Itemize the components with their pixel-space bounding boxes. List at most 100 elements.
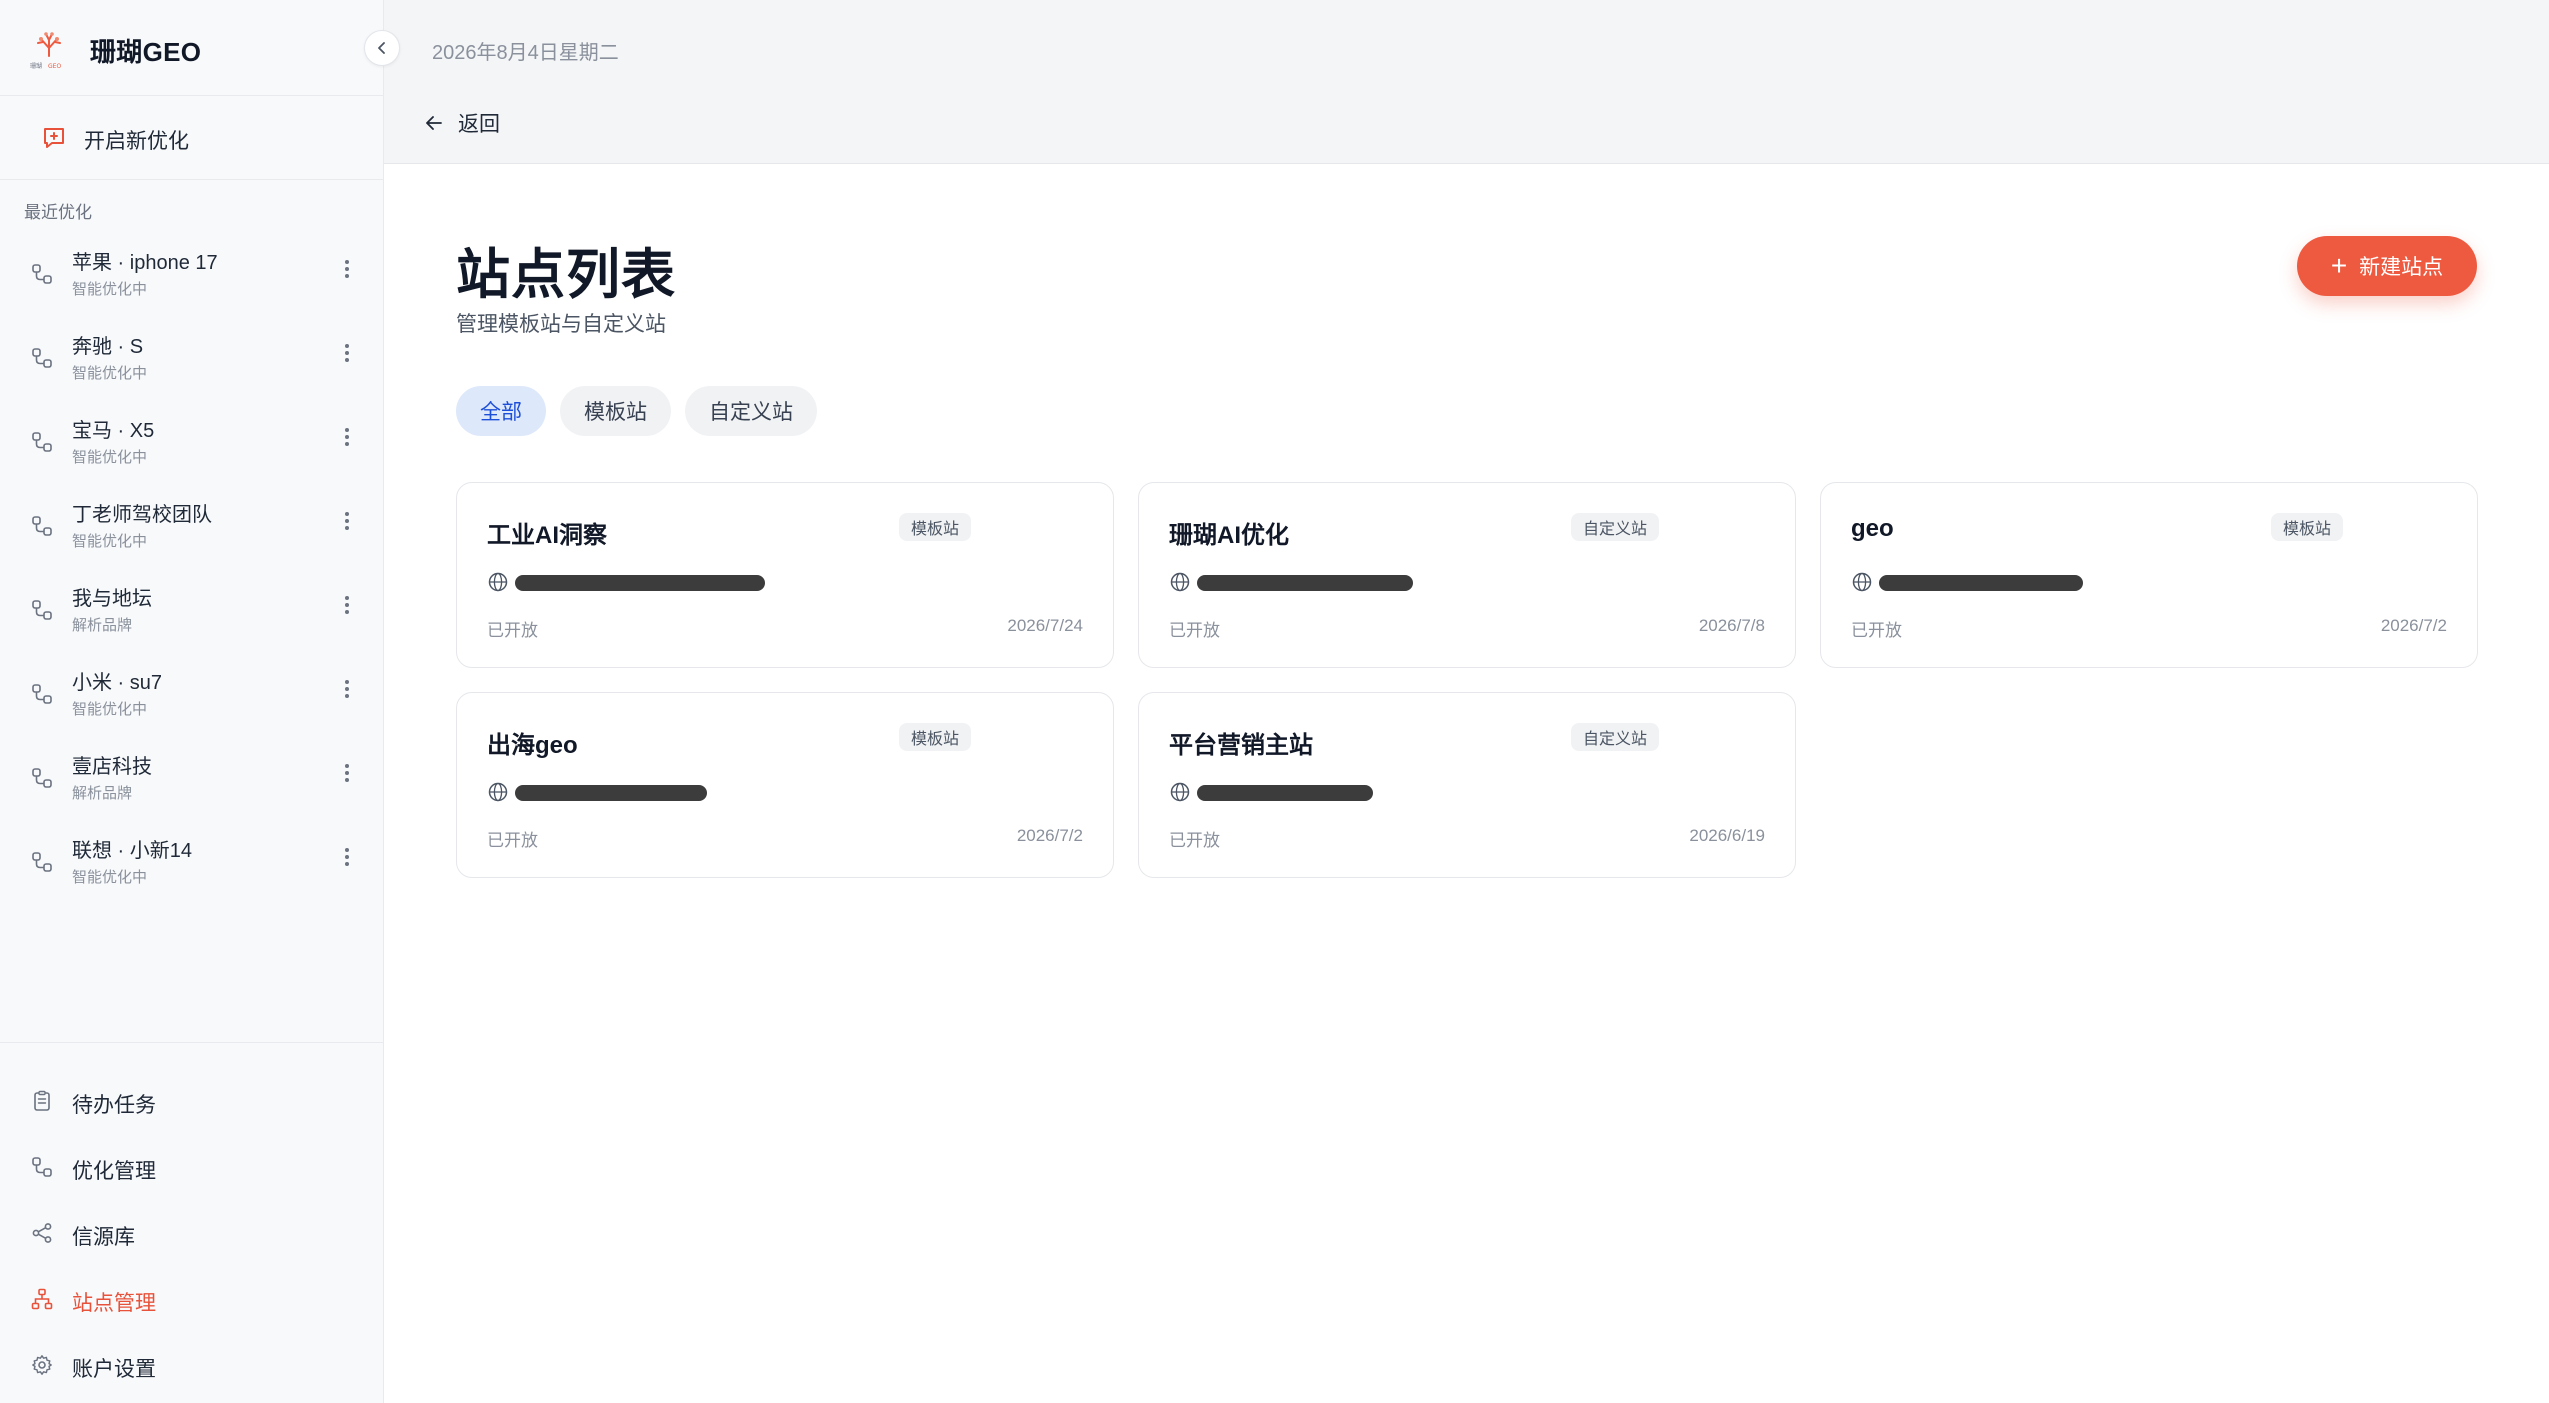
flow-icon bbox=[32, 264, 52, 284]
globe-icon bbox=[1170, 782, 1190, 802]
redacted-url bbox=[1879, 575, 2083, 591]
globe-icon bbox=[488, 572, 508, 592]
site-status: 已开放 bbox=[1851, 621, 1902, 640]
redacted-url bbox=[1197, 575, 1413, 591]
recent-item[interactable]: 丁老师驾校团队 智能优化中 bbox=[0, 478, 384, 562]
recent-item-title: 壹店科技 bbox=[72, 756, 152, 778]
more-vertical-icon[interactable] bbox=[340, 424, 354, 450]
more-vertical-icon[interactable] bbox=[340, 592, 354, 618]
filter-tabs: 全部 模板站 自定义站 bbox=[456, 386, 817, 436]
recent-item-title: 苹果 · iphone 17 bbox=[72, 252, 218, 274]
nav-item-label: 优化管理 bbox=[72, 1160, 156, 1183]
page-subtitle: 管理模板站与自定义站 bbox=[456, 313, 666, 336]
more-vertical-icon[interactable] bbox=[340, 676, 354, 702]
site-card[interactable]: 工业AI洞察 模板站 已开放 2026/7/24 bbox=[456, 482, 1114, 668]
back-button[interactable]: 返回 bbox=[422, 108, 500, 138]
recent-item[interactable]: 奔驰 · S 智能优化中 bbox=[0, 310, 384, 394]
svg-text:珊瑚: 珊瑚 bbox=[30, 62, 42, 70]
site-status: 已开放 bbox=[487, 831, 538, 850]
site-name: 工业AI洞察 bbox=[487, 522, 607, 549]
nav-item-settings[interactable]: 账户设置 bbox=[0, 1335, 384, 1395]
recent-item-status: 解析品牌 bbox=[72, 785, 133, 802]
recent-item[interactable]: 苹果 · iphone 17 智能优化中 bbox=[0, 226, 384, 310]
clipboard-icon bbox=[34, 1090, 50, 1111]
site-status: 已开放 bbox=[487, 621, 538, 640]
site-type-badge: 模板站 bbox=[2271, 513, 2344, 541]
recent-item[interactable]: 我与地坛 解析品牌 bbox=[0, 562, 384, 646]
page-title: 站点列表 bbox=[456, 245, 676, 305]
more-vertical-icon[interactable] bbox=[340, 256, 354, 282]
top-bar: 2026年8月4日星期二 返回 bbox=[384, 0, 2549, 164]
recent-item-title: 联想 · 小新14 bbox=[72, 840, 193, 862]
flow-icon bbox=[32, 516, 52, 536]
nav-item-optimization[interactable]: 优化管理 bbox=[0, 1137, 384, 1197]
globe-icon bbox=[488, 782, 508, 802]
globe-icon bbox=[1170, 572, 1190, 592]
sitemap-icon bbox=[31, 1288, 53, 1310]
recent-item-title: 丁老师驾校团队 bbox=[72, 504, 212, 526]
create-site-button[interactable]: + 新建站点 bbox=[2297, 236, 2477, 296]
nav-item-label: 账户设置 bbox=[72, 1358, 156, 1381]
site-name: 平台营销主站 bbox=[1169, 732, 1313, 759]
brand-header: 珊瑚 GEO 珊瑚GEO bbox=[0, 0, 384, 96]
sidebar: 珊瑚 GEO 珊瑚GEO 开启新优化 最近优化 苹果 · iphone 17 智… bbox=[0, 0, 400, 1403]
nav-item-sites[interactable]: 站点管理 bbox=[0, 1269, 384, 1329]
site-type-badge: 模板站 bbox=[899, 723, 972, 751]
recent-section-title: 最近优化 bbox=[24, 203, 92, 222]
more-vertical-icon[interactable] bbox=[340, 340, 354, 366]
site-type-badge: 自定义站 bbox=[1571, 513, 1660, 541]
site-name: 珊瑚AI优化 bbox=[1169, 522, 1289, 549]
nav-item-todo[interactable]: 待办任务 bbox=[0, 1071, 384, 1131]
flow-icon bbox=[32, 432, 52, 452]
site-card[interactable]: 珊瑚AI优化 自定义站 已开放 2026/7/8 bbox=[1138, 482, 1796, 668]
site-name: 出海geo bbox=[487, 732, 578, 759]
recent-item[interactable]: 联想 · 小新14 智能优化中 bbox=[0, 814, 384, 898]
nav-item-label: 信源库 bbox=[72, 1226, 135, 1249]
share-icon bbox=[32, 1223, 52, 1243]
site-card[interactable]: geo 模板站 已开放 2026/7/2 bbox=[1820, 482, 2478, 668]
filter-tab-template[interactable]: 模板站 bbox=[560, 386, 671, 436]
more-vertical-icon[interactable] bbox=[340, 844, 354, 870]
nav-item-sources[interactable]: 信源库 bbox=[0, 1203, 384, 1263]
collapse-sidebar-button[interactable] bbox=[364, 30, 400, 66]
site-status: 已开放 bbox=[1169, 831, 1220, 850]
flow-icon bbox=[32, 852, 52, 872]
main-content: 站点列表 管理模板站与自定义站 + 新建站点 全部 模板站 自定义站 工业AI洞… bbox=[384, 164, 2549, 1403]
recent-item-status: 智能优化中 bbox=[72, 869, 148, 886]
current-date: 2026年8月4日星期二 bbox=[432, 42, 619, 64]
more-vertical-icon[interactable] bbox=[340, 760, 354, 786]
arrow-left-icon bbox=[426, 116, 442, 130]
site-date: 2026/7/2 bbox=[2380, 616, 2447, 635]
plus-icon: + bbox=[2330, 250, 2348, 281]
filter-tab-custom[interactable]: 自定义站 bbox=[685, 386, 817, 436]
chevron-left-icon bbox=[378, 42, 385, 54]
bottom-nav: 待办任务 优化管理 信源库 站点管理 账户设置 bbox=[0, 1042, 384, 1403]
new-optimization-button[interactable]: 开启新优化 bbox=[0, 96, 384, 180]
recent-list: 苹果 · iphone 17 智能优化中 奔驰 · S 智能优化中 宝马 · X… bbox=[0, 226, 384, 898]
recent-item-title: 奔驰 · S bbox=[72, 336, 144, 358]
back-label: 返回 bbox=[458, 113, 500, 136]
recent-item-status: 智能优化中 bbox=[72, 533, 148, 550]
site-card[interactable]: 平台营销主站 自定义站 已开放 2026/6/19 bbox=[1138, 692, 1796, 878]
recent-item[interactable]: 宝马 · X5 智能优化中 bbox=[0, 394, 384, 478]
recent-item-status: 智能优化中 bbox=[72, 449, 148, 466]
nav-item-label: 站点管理 bbox=[72, 1292, 156, 1315]
flow-icon bbox=[32, 1157, 52, 1177]
recent-item-title: 小米 · su7 bbox=[72, 672, 163, 694]
more-vertical-icon[interactable] bbox=[340, 508, 354, 534]
flow-icon bbox=[32, 684, 52, 704]
site-type-badge: 自定义站 bbox=[1571, 723, 1660, 751]
recent-item-status: 智能优化中 bbox=[72, 365, 148, 382]
new-optimization-label: 开启新优化 bbox=[84, 130, 189, 153]
recent-item-status: 解析品牌 bbox=[72, 617, 133, 634]
filter-tab-all[interactable]: 全部 bbox=[456, 386, 546, 436]
site-date: 2026/7/8 bbox=[1698, 616, 1765, 635]
recent-item-title: 我与地坛 bbox=[72, 588, 152, 610]
add-message-icon bbox=[44, 128, 64, 148]
recent-item[interactable]: 小米 · su7 智能优化中 bbox=[0, 646, 384, 730]
redacted-url bbox=[515, 575, 765, 591]
recent-item-status: 智能优化中 bbox=[72, 281, 148, 298]
recent-item[interactable]: 壹店科技 解析品牌 bbox=[0, 730, 384, 814]
site-date: 2026/7/24 bbox=[1007, 616, 1083, 635]
site-card[interactable]: 出海geo 模板站 已开放 2026/7/2 bbox=[456, 692, 1114, 878]
